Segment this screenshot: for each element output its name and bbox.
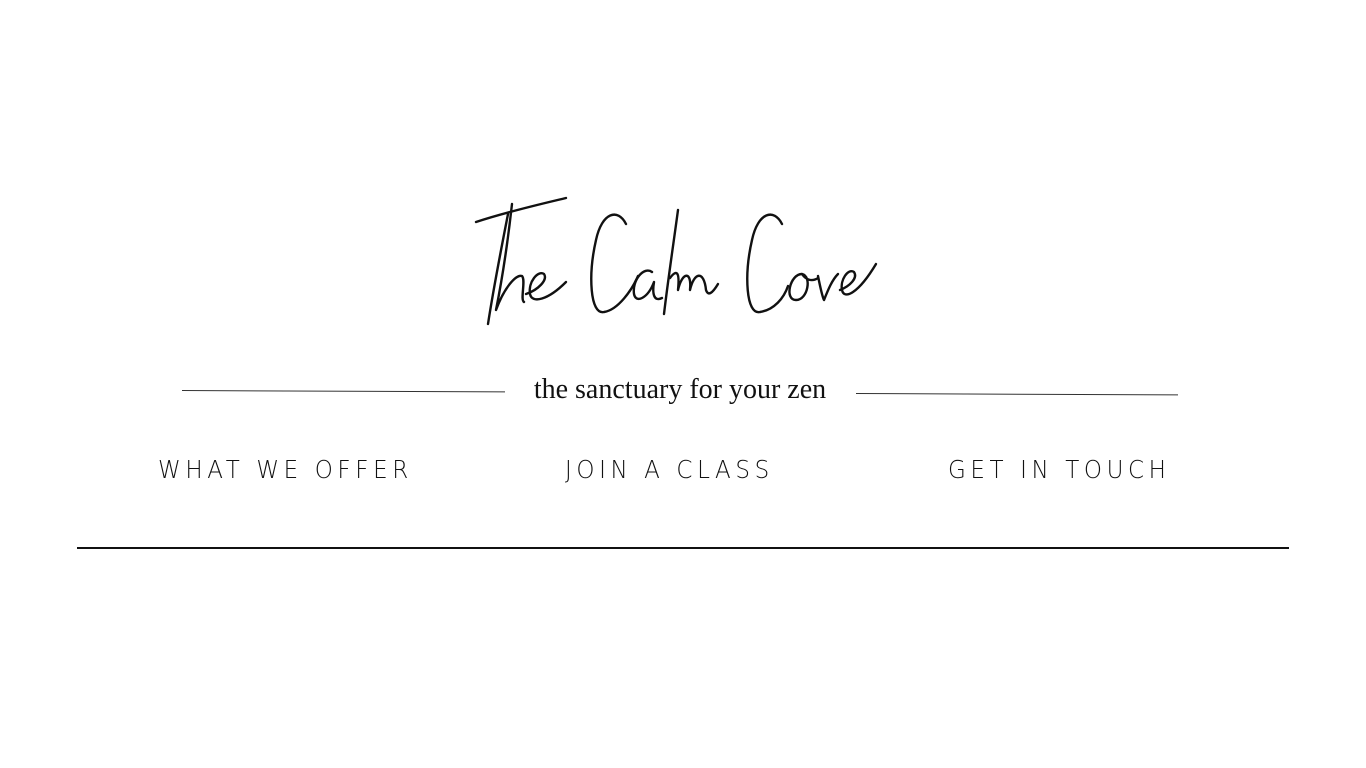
header-bottom-divider	[77, 547, 1289, 549]
nav-link-join-a-class[interactable]: JOIN A CLASS	[565, 452, 774, 488]
tagline-divider-right	[855, 393, 1178, 396]
site-tagline: the sanctuary for your zen	[533, 374, 827, 405]
logo-script-wordmark	[474, 196, 878, 326]
nav-link-get-in-touch[interactable]: GET IN TOUCH	[948, 452, 1171, 488]
nav-link-what-we-offer[interactable]: WHAT WE OFFER	[158, 452, 413, 488]
site-logo[interactable]	[466, 190, 886, 330]
tagline-divider-left	[181, 390, 505, 393]
main-navigation: WHAT WE OFFER JOIN A CLASS GET IN TOUCH	[0, 452, 1366, 492]
